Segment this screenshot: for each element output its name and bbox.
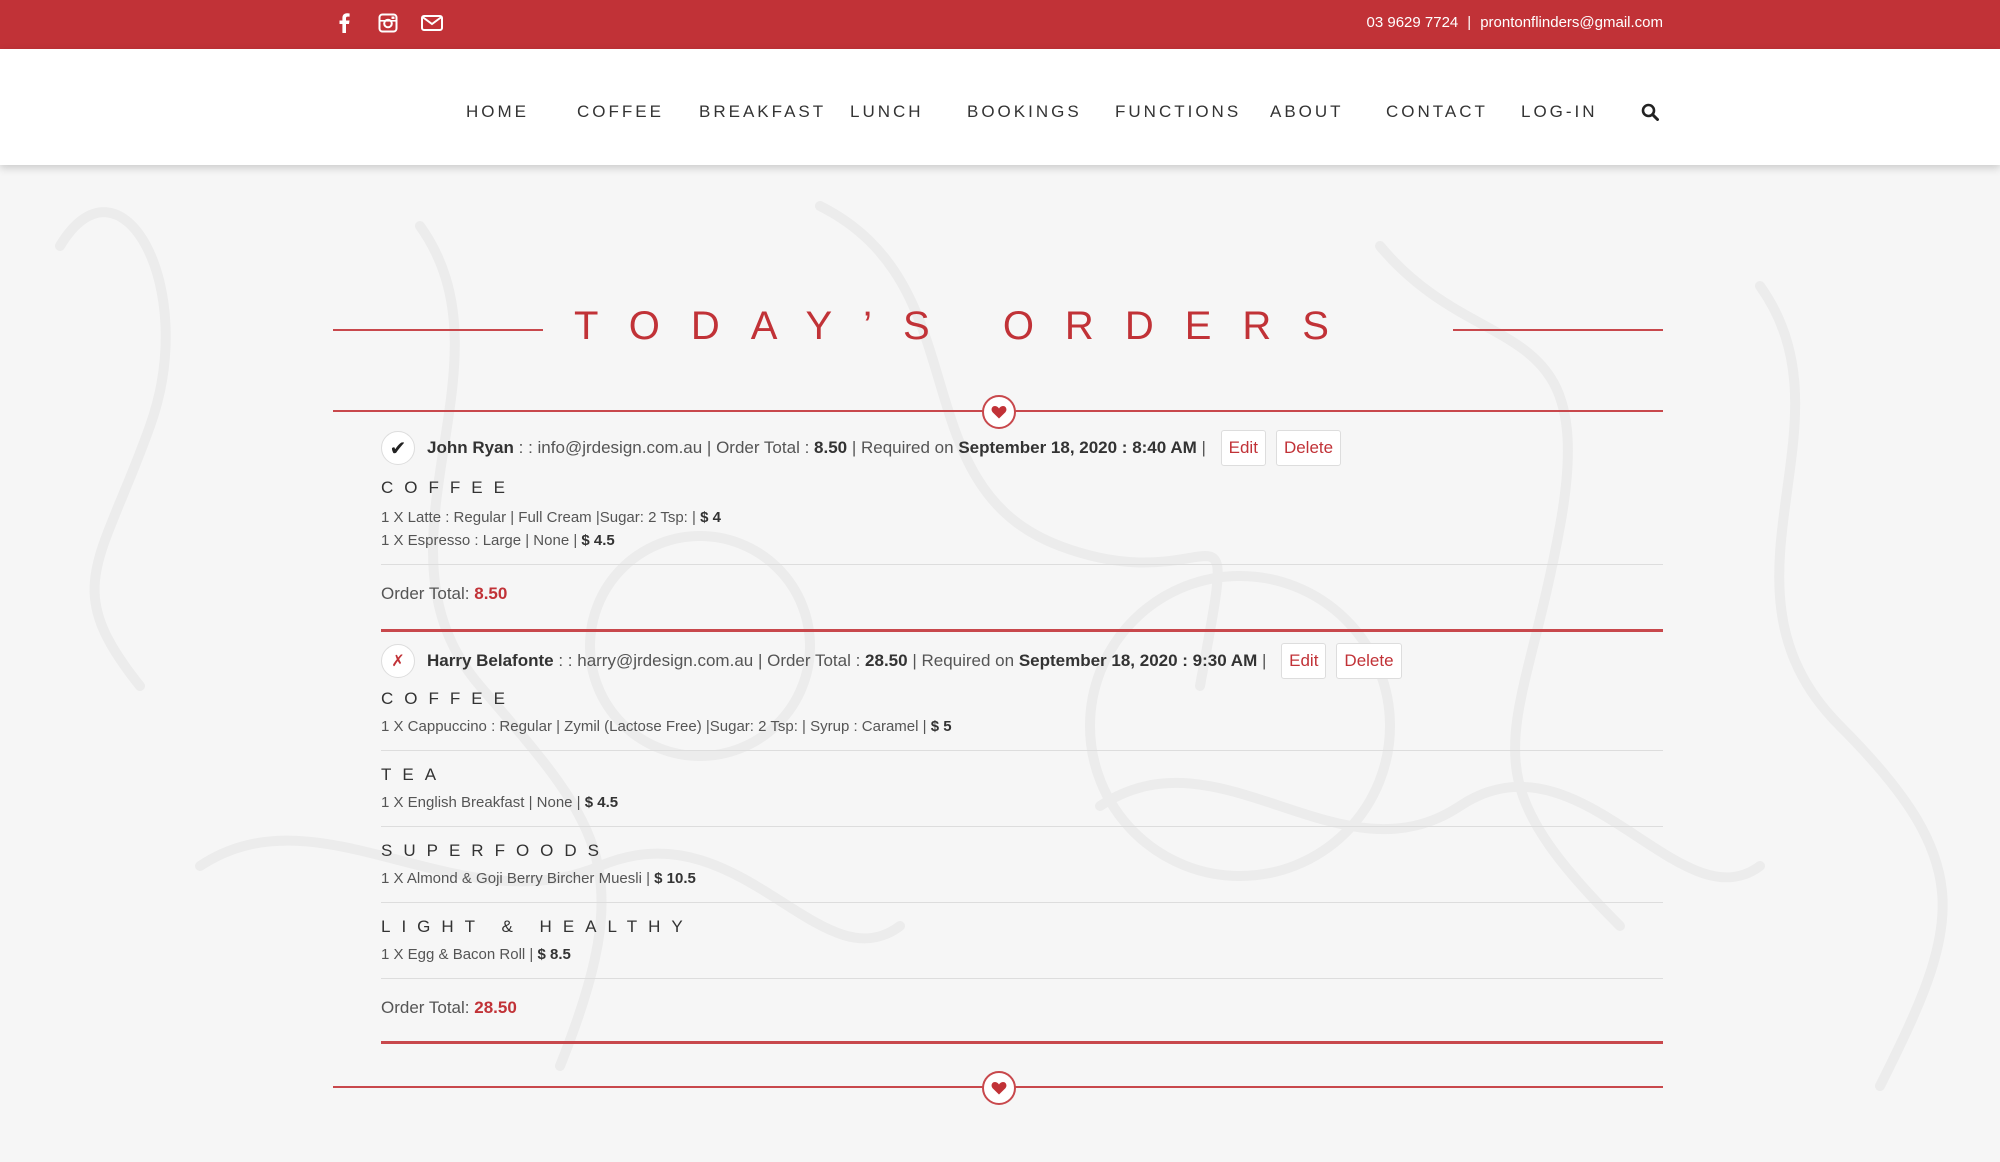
edit-button[interactable]: Edit	[1281, 643, 1327, 679]
search-icon[interactable]	[1641, 103, 1659, 126]
order-divider	[381, 1041, 1663, 1044]
email-link[interactable]: prontonflinders@gmail.com	[1480, 14, 1663, 31]
header-end-separator: |	[1257, 651, 1272, 670]
item-price: $ 4	[700, 509, 721, 526]
nav-item-home[interactable]: HOME	[466, 102, 529, 122]
required-datetime: September 18, 2020 : 9:30 AM	[1018, 651, 1258, 670]
required-label: | Required on	[907, 651, 1019, 670]
item-price: $ 4.5	[581, 532, 615, 549]
item-description: 1 X Espresso : Large | None |	[381, 532, 582, 549]
order-header: ✔ John Ryan : : info@jrdesign.com.au | O…	[381, 428, 1663, 468]
customer-email: harry@jrdesign.com.au	[577, 651, 754, 670]
top-bar: 03 9629 7724 | prontonflinders@gmail.com	[0, 0, 2000, 49]
nav-item-lunch[interactable]: LUNCH	[850, 102, 924, 122]
order-header: ✗ Harry Belafonte : : harry@jrdesign.com…	[381, 641, 1663, 681]
category-title: LIGHT & HEALTHY	[381, 917, 694, 936]
item-price: $ 4.5	[584, 794, 619, 811]
nav-item-about[interactable]: ABOUT	[1270, 102, 1344, 122]
order-item: 1 X Almond & Goji Berry Bircher Muesli |…	[381, 867, 1663, 890]
title-line-right	[1453, 329, 1663, 331]
order-item: 1 X Cappuccino : Regular | Zymil (Lactos…	[381, 715, 1663, 738]
customer-email: info@jrdesign.com.au	[537, 438, 703, 457]
delete-button[interactable]: Delete	[1336, 643, 1402, 679]
order-footer-label: Order Total:	[381, 998, 475, 1017]
order-footer-total: Order Total: 28.50	[381, 979, 1663, 1018]
order-total-value: 28.50	[865, 651, 908, 670]
order-total-label: | Order Total :	[702, 438, 815, 457]
order-item: 1 X English Breakfast | None | $ 4.5	[381, 791, 1663, 814]
order-divider	[381, 629, 1663, 632]
order-category: TEA 1 X English Breakfast | None | $ 4.5	[381, 751, 1663, 827]
item-description: 1 X Egg & Bacon Roll |	[381, 946, 538, 963]
order-footer-total: Order Total: 8.50	[381, 565, 1663, 604]
cross-icon[interactable]: ✗	[381, 644, 415, 678]
heart-icon	[982, 395, 1016, 429]
order-item: 1 X Egg & Bacon Roll | $ 8.5	[381, 943, 1663, 966]
category-title: SUPERFOODS	[381, 841, 611, 860]
order-category: COFFEE 1 X Cappuccino : Regular | Zymil …	[381, 681, 1663, 751]
category-title: COFFEE	[381, 478, 516, 497]
order-total-label: | Order Total :	[753, 651, 866, 670]
name-separator: : :	[513, 438, 538, 457]
order-category: LIGHT & HEALTHY 1 X Egg & Bacon Roll | $…	[381, 903, 1663, 979]
nav-item-functions[interactable]: FUNCTIONS	[1115, 102, 1241, 122]
order-total-value: 8.50	[814, 438, 848, 457]
item-price: $ 10.5	[654, 870, 696, 887]
delete-button[interactable]: Delete	[1275, 430, 1342, 466]
item-price: $ 5	[930, 718, 952, 735]
customer-name: Harry Belafonte	[427, 651, 554, 670]
order-footer-label: Order Total:	[381, 584, 475, 603]
facebook-icon[interactable]	[332, 11, 356, 35]
checkmark-icon[interactable]: ✔	[381, 431, 415, 465]
item-price: $ 8.5	[537, 946, 571, 963]
main-nav: HOME COFFEE BREAKFAST LUNCH BOOKINGS FUN…	[0, 49, 2000, 165]
category-title: TEA	[381, 765, 448, 784]
order-footer-amount: 8.50	[474, 584, 508, 603]
nav-item-contact[interactable]: CONTACT	[1386, 102, 1488, 122]
order-item: 1 X Espresso : Large | None | $ 4.5	[381, 529, 1663, 552]
nav-item-log-in[interactable]: LOG-IN	[1521, 102, 1598, 122]
nav-item-breakfast[interactable]: BREAKFAST	[699, 102, 826, 122]
name-separator: : :	[553, 651, 578, 670]
order-item: 1 X Latte : Regular | Full Cream |Sugar:…	[381, 506, 1663, 529]
item-description: 1 X Almond & Goji Berry Bircher Muesli |	[381, 870, 655, 887]
order-footer-amount: 28.50	[474, 998, 517, 1017]
social-links	[332, 11, 444, 35]
page-title: TODAY’S ORDERS	[574, 304, 1360, 348]
contact-info: 03 9629 7724 | prontonflinders@gmail.com	[1367, 14, 1663, 31]
heart-icon	[982, 1071, 1016, 1105]
item-description: 1 X Latte : Regular | Full Cream |Sugar:…	[381, 509, 701, 526]
required-label: | Required on	[847, 438, 959, 457]
customer-name: John Ryan	[427, 438, 514, 457]
nav-item-coffee[interactable]: COFFEE	[577, 102, 664, 122]
order-category: SUPERFOODS 1 X Almond & Goji Berry Birch…	[381, 827, 1663, 903]
header-end-separator: |	[1196, 438, 1211, 457]
required-datetime: September 18, 2020 : 8:40 AM	[958, 438, 1197, 457]
phone-number[interactable]: 03 9629 7724	[1367, 14, 1459, 31]
nav-item-bookings[interactable]: BOOKINGS	[967, 102, 1082, 122]
order-category: COFFEE 1 X Latte : Regular | Full Cream …	[381, 468, 1663, 565]
instagram-icon[interactable]	[376, 11, 400, 35]
item-description: 1 X Cappuccino : Regular | Zymil (Lactos…	[381, 718, 931, 735]
order-card: ✔ John Ryan : : info@jrdesign.com.au | O…	[381, 428, 1663, 604]
edit-button[interactable]: Edit	[1220, 430, 1266, 466]
site-header: HOME COFFEE BREAKFAST LUNCH BOOKINGS FUN…	[0, 49, 2000, 165]
category-title: COFFEE	[381, 689, 516, 708]
contact-separator: |	[1467, 14, 1472, 31]
order-card: ✗ Harry Belafonte : : harry@jrdesign.com…	[381, 641, 1663, 1018]
mail-icon[interactable]	[420, 11, 444, 35]
item-description: 1 X English Breakfast | None |	[381, 794, 585, 811]
